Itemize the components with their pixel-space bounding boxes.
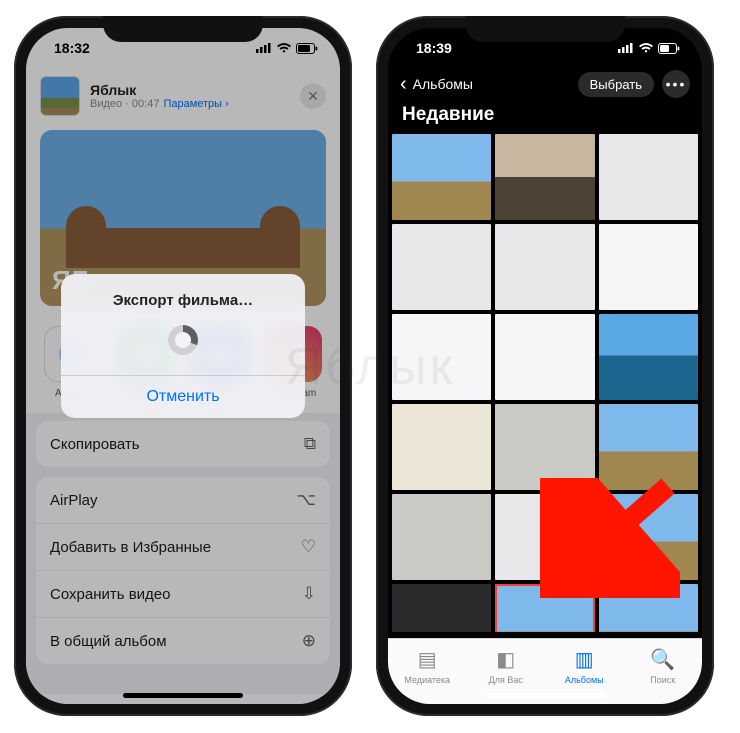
dialog-title: Экспорт фильма… <box>61 274 305 317</box>
back-label[interactable]: Альбомы <box>413 76 473 92</box>
tab-library[interactable]: ▤Медиатека <box>388 639 467 692</box>
photo-thumb[interactable] <box>599 314 698 400</box>
photo-thumb[interactable] <box>392 314 491 400</box>
signal-icon <box>618 43 634 53</box>
battery-icon <box>658 43 680 54</box>
photo-thumb[interactable] <box>392 584 491 632</box>
tab-albums[interactable]: ▥Альбомы <box>545 639 624 692</box>
foryou-icon: ◧ <box>496 647 515 672</box>
iphone-right: 18:39 ‹ Альбомы Выбрать ••• Недавние <box>376 16 714 716</box>
more-icon[interactable]: ••• <box>662 70 690 98</box>
photo-thumb[interactable] <box>495 134 594 220</box>
photo-thumb[interactable] <box>392 404 491 490</box>
photo-thumb[interactable] <box>392 224 491 310</box>
progress-spinner-icon <box>168 325 198 355</box>
library-icon: ▤ <box>418 647 437 672</box>
albums-icon: ▥ <box>575 647 594 672</box>
photo-thumb[interactable] <box>599 224 698 310</box>
tab-search[interactable]: 🔍Поиск <box>624 639 703 692</box>
home-indicator[interactable] <box>123 693 243 698</box>
status-time: 18:39 <box>416 40 452 56</box>
photo-thumb[interactable] <box>392 494 491 580</box>
search-icon: 🔍 <box>650 647 675 672</box>
home-indicator[interactable] <box>485 693 605 698</box>
photos-header: ‹ Альбомы Выбрать ••• <box>388 68 702 104</box>
select-button[interactable]: Выбрать <box>578 72 654 97</box>
wifi-icon <box>638 43 654 54</box>
tab-foryou[interactable]: ◧Для Вас <box>467 639 546 692</box>
iphone-left: 18:32 Яблык Видео · 00:47 Параметры › ✕ <box>14 16 352 716</box>
dialog-cancel-button[interactable]: Отменить <box>61 375 305 418</box>
screen-right: 18:39 ‹ Альбомы Выбрать ••• Недавние <box>388 28 702 704</box>
annotation-arrow-icon <box>540 478 680 598</box>
screen-left: 18:32 Яблык Видео · 00:47 Параметры › ✕ <box>26 28 340 704</box>
photo-thumb[interactable] <box>495 224 594 310</box>
export-dialog: Экспорт фильма… Отменить <box>61 274 305 418</box>
notch <box>103 16 263 42</box>
status-icons <box>618 43 680 54</box>
photo-thumb[interactable] <box>495 314 594 400</box>
notch <box>465 16 625 42</box>
chevron-left-icon[interactable]: ‹ <box>400 73 407 96</box>
photo-thumb[interactable] <box>392 134 491 220</box>
section-title: Недавние <box>388 104 702 134</box>
photo-thumb[interactable] <box>599 134 698 220</box>
